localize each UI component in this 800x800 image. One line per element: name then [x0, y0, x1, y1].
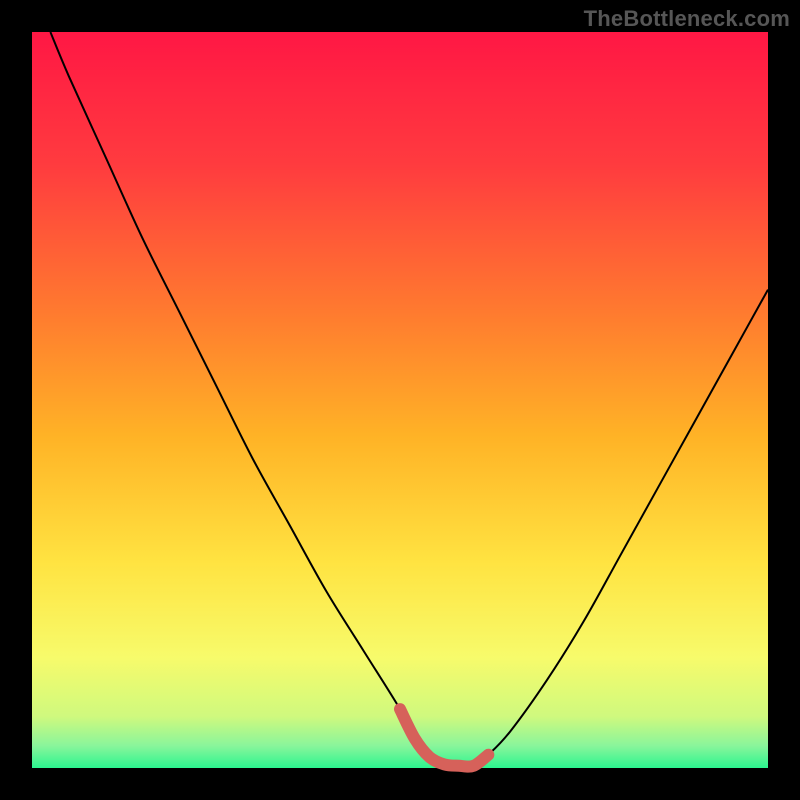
- plot-area: [32, 32, 768, 768]
- chart-frame: TheBottleneck.com: [0, 0, 800, 800]
- chart-canvas: [0, 0, 800, 800]
- watermark-text: TheBottleneck.com: [584, 6, 790, 32]
